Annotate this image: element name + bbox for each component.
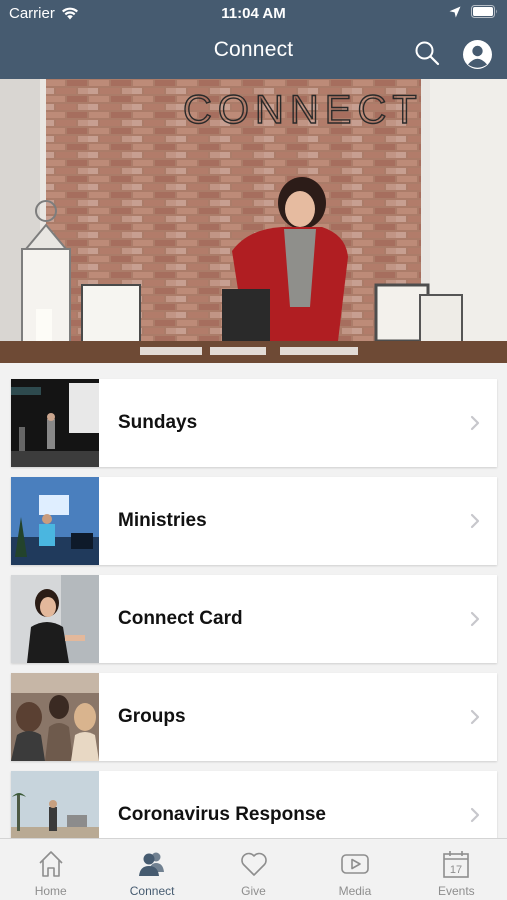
ministries-thumbnail [11, 477, 99, 565]
search-icon[interactable] [414, 40, 440, 66]
tab-bar: Home Connect Give Media 17 Events [0, 838, 507, 900]
list-item-ministries[interactable]: Ministries [11, 477, 497, 565]
list-item-label: Sundays [118, 412, 198, 433]
tab-label: Media [338, 884, 372, 898]
hero-image: CONNECT [0, 79, 507, 363]
calendar-icon: 17 [443, 851, 470, 878]
tab-label: Give [241, 884, 266, 898]
list-item-label: Groups [118, 706, 186, 727]
calendar-day: 17 [450, 864, 462, 876]
chevron-right-icon [470, 415, 480, 431]
tab-label: Home [34, 884, 67, 898]
hero-sign-text: CONNECT [183, 88, 423, 132]
sundays-thumbnail [11, 379, 99, 467]
tab-home[interactable]: Home [0, 839, 101, 900]
heart-icon [240, 852, 267, 876]
list-item-groups[interactable]: Groups [11, 673, 497, 761]
profile-icon[interactable] [463, 40, 492, 69]
connect-menu-list: Sundays Ministries Connect Card Groups C… [11, 379, 497, 869]
location-arrow-icon [449, 6, 461, 17]
home-icon [39, 851, 63, 877]
tab-connect[interactable]: Connect [101, 839, 202, 900]
tab-label: Events [437, 884, 475, 898]
groups-thumbnail [11, 673, 99, 761]
status-time: 11:04 AM [221, 5, 286, 22]
chevron-right-icon [470, 709, 480, 725]
tab-label: Connect [129, 884, 175, 898]
list-item-sundays[interactable]: Sundays [11, 379, 497, 467]
app-header: Carrier 11:04 AM Connect [0, 0, 507, 79]
list-item-connect-card[interactable]: Connect Card [11, 575, 497, 663]
status-bar: Carrier 11:04 AM [0, 0, 507, 28]
people-icon [139, 852, 165, 876]
list-item-label: Connect Card [118, 608, 243, 629]
play-icon [341, 854, 369, 874]
tab-give[interactable]: Give [203, 839, 304, 900]
chevron-right-icon [470, 611, 480, 627]
connect-card-thumbnail [11, 575, 99, 663]
battery-icon [471, 5, 497, 18]
tab-media[interactable]: Media [304, 839, 405, 900]
chevron-right-icon [470, 513, 480, 529]
tab-events[interactable]: 17 Events [406, 839, 507, 900]
hero-illustration: CONNECT [0, 79, 507, 363]
list-item-label: Ministries [118, 510, 207, 531]
chevron-right-icon [470, 807, 480, 823]
status-right-icons [449, 5, 498, 18]
list-item-label: Coronavirus Response [118, 804, 326, 825]
